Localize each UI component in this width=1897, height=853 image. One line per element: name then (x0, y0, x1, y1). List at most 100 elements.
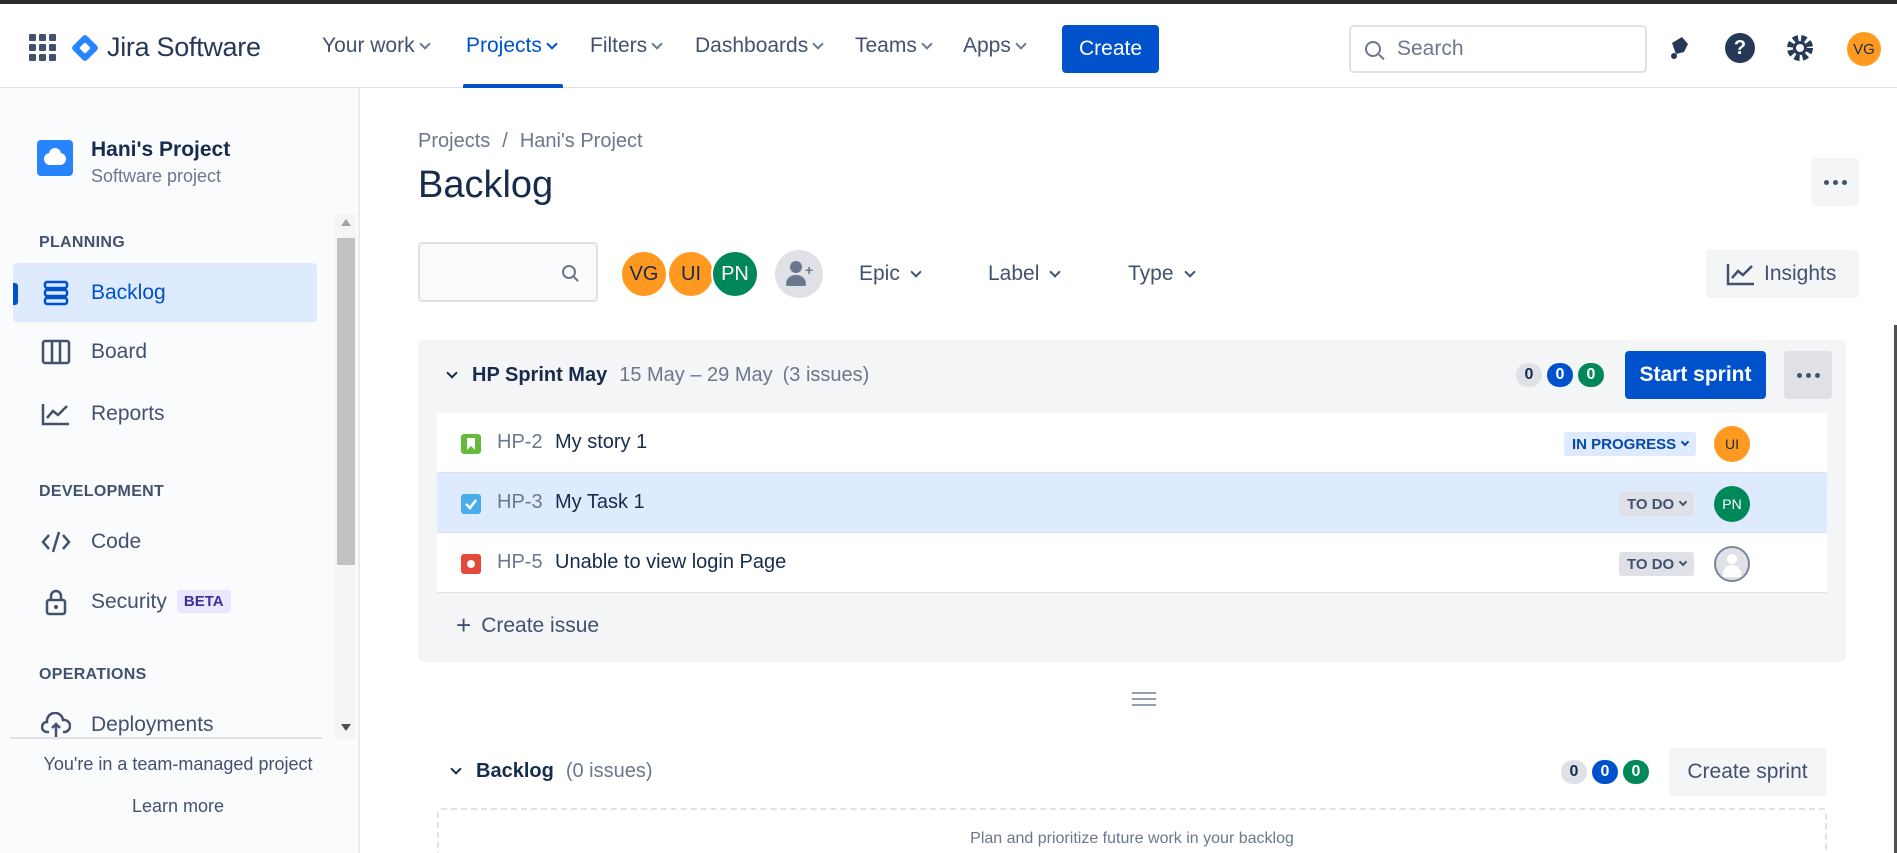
notifications-icon[interactable] (1664, 32, 1696, 64)
collapse-chevron-icon[interactable] (450, 763, 462, 775)
backlog-status-counts: 0 0 0 (1561, 760, 1649, 784)
scroll-down-arrow-icon[interactable] (341, 724, 351, 731)
breadcrumb-separator: / (502, 130, 508, 152)
create-issue-button[interactable]: + Create issue (456, 610, 599, 641)
sprint-more-actions-button[interactable] (1784, 351, 1832, 399)
filter-avatar-pn[interactable]: PN (711, 250, 759, 298)
nav-apps[interactable]: Apps (963, 34, 1027, 58)
section-planning: PLANNING (39, 234, 125, 251)
active-nav-indicator (463, 84, 563, 88)
status-label: TO DO (1627, 555, 1675, 573)
sidebar-divider (10, 737, 322, 739)
chevron-down-icon (651, 38, 663, 50)
status-dropdown[interactable]: IN PROGRESS (1564, 432, 1697, 456)
sidebar-item-code[interactable]: Code (13, 512, 317, 571)
unassigned-avatar-icon[interactable] (1714, 546, 1750, 582)
issue-row[interactable]: HP-5 Unable to view login Page TO DO (437, 533, 1827, 593)
nav-dashboards[interactable]: Dashboards (695, 34, 824, 58)
done-count-badge: 0 (1623, 760, 1649, 784)
sidebar-scroll-thumb[interactable] (337, 238, 355, 565)
section-development: DEVELOPMENT (39, 483, 165, 500)
issue-row[interactable]: HP-2 My story 1 IN PROGRESS UI (437, 413, 1827, 473)
jira-diamond-icon (70, 33, 100, 62)
team-managed-note: You're in a team-managed project (43, 754, 313, 774)
issue-summary[interactable]: My Task 1 (555, 491, 645, 514)
search-input[interactable] (1397, 37, 1617, 61)
breadcrumb-projects[interactable]: Projects (418, 130, 490, 152)
collapse-chevron-icon[interactable] (446, 367, 458, 379)
issue-summary[interactable]: Unable to view login Page (555, 551, 786, 574)
todo-count-badge: 0 (1561, 760, 1587, 784)
sprint-header[interactable]: HP Sprint May 15 May – 29 May (3 issues) (446, 364, 869, 387)
label-filter-dropdown[interactable]: Label (988, 262, 1062, 286)
status-dropdown[interactable]: TO DO (1619, 552, 1695, 576)
search-icon (1365, 41, 1381, 57)
backlog-search-input[interactable] (418, 242, 598, 302)
lock-icon (41, 588, 71, 616)
sidebar-item-backlog[interactable]: Backlog (13, 263, 317, 322)
chevron-down-icon (1183, 266, 1196, 278)
insights-label: Insights (1764, 262, 1837, 285)
insights-button[interactable]: Insights (1706, 250, 1859, 298)
help-icon[interactable]: ? (1724, 32, 1756, 64)
section-operations: OPERATIONS (39, 666, 147, 683)
issue-summary[interactable]: My story 1 (555, 431, 647, 454)
sprint-name: HP Sprint May (472, 364, 608, 386)
type-filter-dropdown[interactable]: Type (1128, 262, 1196, 286)
sidebar-item-reports[interactable]: Reports (13, 384, 317, 443)
status-dropdown[interactable]: TO DO (1619, 492, 1695, 516)
nav-filters[interactable]: Filters (590, 34, 663, 58)
dropdown-label: Label (988, 262, 1040, 285)
epic-filter-dropdown[interactable]: Epic (859, 262, 922, 286)
chevron-down-icon (1678, 497, 1688, 507)
assignee-avatar[interactable]: PN (1714, 486, 1750, 522)
sidebar-item-deployments[interactable]: Deployments (13, 695, 317, 754)
assignee-avatar[interactable]: UI (1714, 426, 1750, 462)
start-sprint-button[interactable]: Start sprint (1625, 351, 1766, 399)
scroll-up-arrow-icon[interactable] (341, 219, 351, 226)
nav-label: Filters (590, 34, 648, 57)
sidebar-item-label: Code (91, 529, 142, 553)
breadcrumb: Projects / Hani's Project (418, 130, 643, 153)
create-button[interactable]: Create (1062, 25, 1159, 73)
issue-key[interactable]: HP-2 (497, 431, 543, 454)
status-label: TO DO (1627, 495, 1675, 513)
settings-gear-icon[interactable] (1784, 32, 1816, 64)
sidebar-item-board[interactable]: Board (13, 322, 317, 381)
global-search[interactable] (1349, 25, 1647, 73)
task-checkbox-icon (461, 494, 481, 514)
chevron-down-icon (1678, 557, 1688, 567)
logo-text: Jira Software (107, 32, 261, 62)
issue-key[interactable]: HP-3 (497, 491, 543, 514)
filter-avatar-vg[interactable]: VG (620, 250, 668, 298)
add-people-icon[interactable]: + (775, 250, 823, 298)
project-name[interactable]: Hani's Project (91, 138, 230, 162)
todo-count-badge: 0 (1516, 363, 1542, 387)
jira-logo[interactable]: Jira Software (70, 32, 261, 63)
filter-avatar-ui[interactable]: UI (667, 250, 715, 298)
issue-key[interactable]: HP-5 (497, 551, 543, 574)
inprogress-count-badge: 0 (1547, 363, 1573, 387)
code-icon (41, 528, 71, 556)
sidebar-item-label: Board (91, 339, 148, 363)
nav-teams[interactable]: Teams (855, 34, 933, 58)
page-more-actions-button[interactable] (1811, 158, 1859, 206)
user-avatar[interactable]: VG (1847, 32, 1881, 66)
bug-icon (461, 554, 481, 574)
app-switcher-icon[interactable] (29, 34, 56, 61)
sidebar-item-security[interactable]: Security BETA (13, 572, 317, 631)
breadcrumb-project[interactable]: Hani's Project (520, 130, 643, 152)
nav-projects[interactable]: Projects (466, 34, 558, 58)
insights-chart-icon (1726, 264, 1754, 286)
beta-badge: BETA (176, 590, 231, 613)
create-issue-label: Create issue (481, 613, 600, 637)
page-title: Backlog (418, 164, 554, 206)
cloud-upload-icon (41, 711, 71, 739)
create-sprint-button[interactable]: Create sprint (1669, 748, 1826, 796)
drag-handle-icon[interactable] (1132, 688, 1156, 710)
nav-label: Teams (855, 34, 917, 57)
nav-your-work[interactable]: Your work (322, 34, 431, 58)
learn-more-link[interactable]: Learn more (0, 796, 356, 817)
issue-row[interactable]: HP-3 My Task 1 TO DO PN (437, 473, 1827, 533)
backlog-header[interactable]: Backlog (0 issues) (450, 760, 653, 783)
